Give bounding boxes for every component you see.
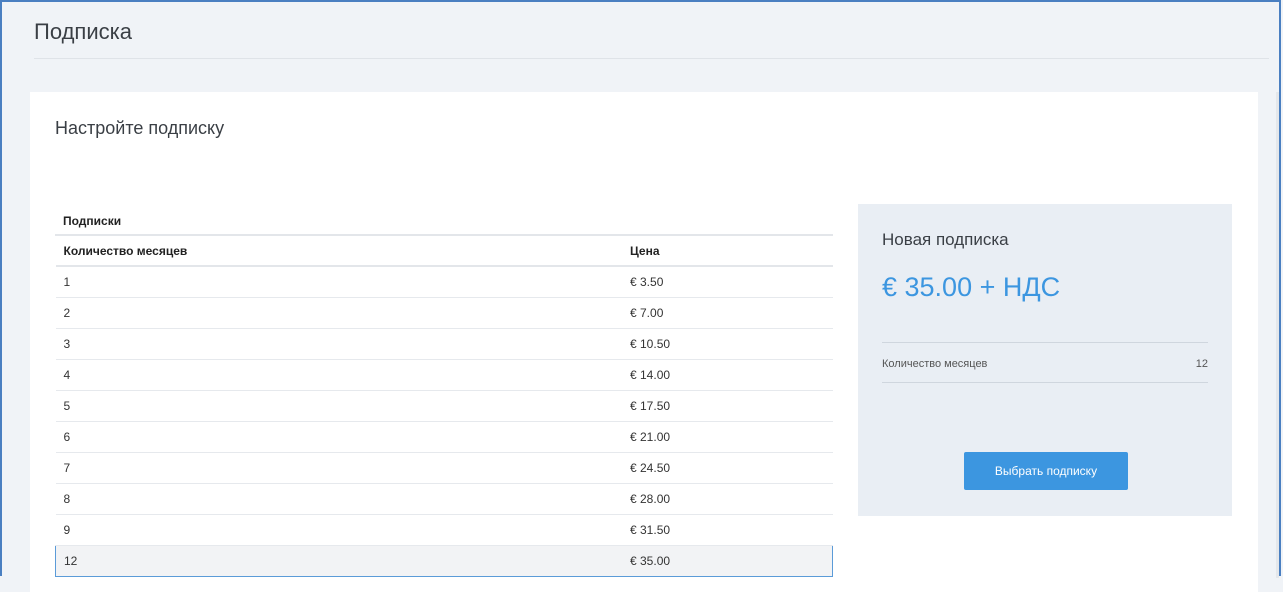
summary-price: € 35.00 + НДС [882,272,1061,302]
cell-months: 8 [55,483,622,515]
cell-price: € 28.00 [622,483,833,515]
table-row[interactable]: 4 € 14.00 [55,359,833,391]
cell-price: € 24.50 [622,452,833,484]
table-row[interactable]: 2 € 7.00 [55,297,833,329]
table-row[interactable]: 5 € 17.50 [55,390,833,422]
summary-months-value: 12 [1195,358,1208,370]
table-caption: Подписки [55,208,833,236]
table-body: 1 € 3.50 2 € 7.00 3 € 10.50 4 € 14.00 5 [55,266,833,577]
cell-price: € 17.50 [622,390,833,422]
cell-months: 5 [55,390,622,422]
cell-price: € 35.00 [622,545,833,577]
page-header: Подписка [34,18,1269,59]
summary-title: Новая подписка [882,230,1009,249]
cell-months: 6 [55,421,622,453]
summary-divider [882,382,1208,383]
cell-months: 2 [55,297,622,329]
cell-months: 1 [55,266,622,298]
subscriptions-table: Количество месяцев Цена 1 € 3.50 2 € 7.0… [55,236,833,577]
cell-months: 9 [55,514,622,546]
table-row-selected[interactable]: 12 € 35.00 [55,545,833,577]
table-row[interactable]: 6 € 21.00 [55,421,833,453]
cell-price: € 3.50 [622,266,833,298]
page-title: Подписка [34,19,132,44]
card-title: Настройте подписку [55,118,225,138]
cell-months: 12 [55,545,622,577]
column-header-months: Количество месяцев [55,236,622,267]
column-header-price: Цена [622,236,833,267]
select-subscription-button[interactable]: Выбрать подписку [964,452,1128,490]
table-row[interactable]: 9 € 31.50 [55,514,833,546]
subscriptions-table-wrap: Подписки Количество месяцев Цена 1 € 3.5… [55,208,833,577]
cell-price: € 7.00 [622,297,833,329]
cell-months: 4 [55,359,622,391]
table-row[interactable]: 7 € 24.50 [55,452,833,484]
table-row[interactable]: 3 € 10.50 [55,328,833,360]
subscription-card: Настройте подписку Подписки Количество м… [30,92,1258,592]
summary-divider [882,342,1208,343]
vertical-scrollbar[interactable] [1276,92,1279,578]
summary-months-label: Количество месяцев [882,358,988,370]
table-header-row: Количество месяцев Цена [55,236,833,267]
new-subscription-panel: Новая подписка € 35.00 + НДС Количество … [858,204,1232,516]
cell-price: € 10.50 [622,328,833,360]
cell-price: € 14.00 [622,359,833,391]
cell-price: € 31.50 [622,514,833,546]
table-row[interactable]: 8 € 28.00 [55,483,833,515]
cell-price: € 21.00 [622,421,833,453]
cell-months: 3 [55,328,622,360]
cell-months: 7 [55,452,622,484]
table-row[interactable]: 1 € 3.50 [55,266,833,298]
